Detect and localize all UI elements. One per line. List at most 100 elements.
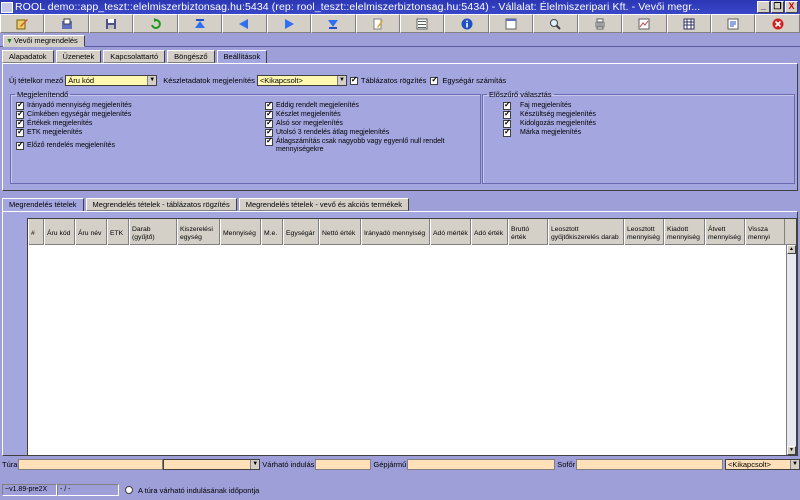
option-keszlet[interactable]: Készlet megjelenítés [265, 109, 341, 119]
save-icon [106, 18, 117, 29]
column-header[interactable]: Bruttó érték [508, 219, 548, 245]
vehicle-input[interactable] [407, 459, 556, 470]
last-record-button[interactable] [311, 14, 356, 33]
option-elozo-rendeles[interactable]: Előző rendelés megjelenítés [16, 140, 115, 150]
option-also-sor[interactable]: Alsó sor megjelenítés [265, 118, 343, 128]
tab-bongeszo[interactable]: Böngésző [167, 50, 215, 63]
new-item-field-select[interactable]: Áru kód ▼ [65, 75, 158, 86]
etk-checkbox[interactable] [16, 127, 24, 137]
restore-button[interactable]: ❐ [771, 1, 784, 13]
refresh-button[interactable] [133, 14, 178, 33]
column-header[interactable]: Kiadott mennyiség [664, 219, 705, 245]
first-record-button[interactable] [177, 14, 223, 33]
tabular-entry-checkbox[interactable] [349, 75, 358, 85]
driver-select-value: <Kikapcsolt> [728, 460, 771, 469]
elozo-rendeles-label: Előző rendelés megjelenítés [27, 142, 115, 149]
option-marka[interactable]: Márka megjelenítés [503, 127, 581, 137]
upper-tab-bar: Alapadatok Üzenetek Kapcsolattartó Böngé… [0, 50, 268, 64]
column-header[interactable]: ETK [107, 219, 129, 245]
tab-megrendeles-tetelek[interactable]: Megrendelés tételek [2, 198, 84, 212]
new-item-field-label: Új tételkor mező [9, 76, 64, 85]
option-ertekek[interactable]: Értékek megjelenítés [16, 118, 92, 128]
window-button[interactable] [488, 14, 534, 33]
scroll-down-icon[interactable]: ▼ [787, 446, 796, 455]
tab-vevo-akcios[interactable]: Megrendelés tételek - vevő és akciós ter… [238, 198, 410, 211]
document-tab[interactable]: ▼ Vevői megrendelés [3, 35, 85, 47]
column-header[interactable]: Vissza mennyi [745, 219, 785, 245]
option-cimkeben[interactable]: Címkében egységár megjelenítés [16, 109, 131, 119]
elozo-rendeles-checkbox[interactable] [16, 140, 24, 150]
save-button[interactable] [88, 14, 134, 33]
tab-kapcsolattarto[interactable]: Kapcsolattartó [103, 50, 166, 63]
stock-display-select[interactable]: <Kikapcsolt> ▼ [256, 75, 347, 86]
items-grid[interactable]: # Áru kód Áru név ETK Darab (gyűjtő) Kis… [27, 218, 797, 456]
tab-alapadatok[interactable]: Alapadatok [2, 50, 54, 63]
scroll-up-icon[interactable]: ▲ [787, 245, 796, 254]
column-header[interactable]: Mennyiség [220, 219, 261, 245]
print-button[interactable] [577, 14, 623, 33]
grid-vertical-scrollbar[interactable]: ▲ ▼ [786, 245, 796, 455]
close-window-button[interactable]: X [785, 1, 798, 13]
column-header[interactable]: # [28, 219, 44, 245]
option-eddig-rendelt[interactable]: Eddig rendelt megjelenítés [265, 100, 359, 110]
route-start-radio[interactable] [125, 486, 133, 494]
expected-start-label: Várható indulás [262, 460, 315, 469]
info-button[interactable] [444, 14, 489, 33]
chart-icon [638, 18, 650, 29]
tab-tablazatos-rogzites[interactable]: Megrendelés tételek - táblázatos rögzíté… [85, 198, 237, 211]
first-icon [194, 18, 205, 28]
option-utolso-3[interactable]: Utolsó 3 rendelés átlag megjelenítés [265, 127, 389, 137]
column-header[interactable]: Leosztott gyűjtőkiszerelés darab [548, 219, 624, 245]
option-faj[interactable]: Faj megjelenítés [503, 100, 571, 110]
iranyado-label: Irányadó mennyiség megjelenítés [27, 102, 132, 109]
open-icon [61, 18, 72, 29]
tab-uzenetek[interactable]: Üzenetek [55, 50, 102, 63]
option-etk[interactable]: ETK megjelenítés [16, 127, 82, 137]
vehicle-label: Gépjármű [373, 460, 407, 469]
display-options-legend: Megjelenítendő [17, 90, 69, 99]
grid-header: # Áru kód Áru név ETK Darab (gyűjtő) Kis… [28, 219, 796, 245]
document-tab-label: Vevői megrendelés [14, 36, 78, 45]
next-record-button[interactable] [266, 14, 312, 33]
unit-price-calc-checkbox[interactable] [430, 75, 439, 85]
minimize-button[interactable]: _ [757, 1, 770, 13]
table-button[interactable] [666, 14, 711, 33]
column-header[interactable]: Áru név [75, 219, 107, 245]
export-button[interactable] [711, 14, 756, 33]
column-header[interactable]: Kiszerelési egység [177, 219, 220, 245]
column-header[interactable]: M.e. [261, 219, 283, 245]
expected-start-input[interactable] [315, 459, 372, 470]
option-iranyado[interactable]: Irányadó mennyiség megjelenítés [16, 100, 132, 110]
search-button[interactable] [533, 14, 578, 33]
option-kidolgozas[interactable]: Kidolgozás megjelenítés [503, 118, 596, 128]
prev-icon [239, 18, 249, 29]
unit-price-calc-label: Egységár számítás [442, 76, 507, 85]
column-header[interactable]: Leosztott mennyiség [624, 219, 664, 245]
pencil-button[interactable] [355, 14, 400, 33]
prev-record-button[interactable] [222, 14, 267, 33]
route-select[interactable]: ▼ [163, 459, 261, 470]
marka-checkbox[interactable] [503, 127, 511, 137]
column-header[interactable]: Nettó érték [319, 219, 361, 245]
column-header[interactable]: Adó mérték [430, 219, 471, 245]
column-header[interactable]: Egységár [283, 219, 319, 245]
chart-button[interactable] [622, 14, 667, 33]
driver-input[interactable] [576, 459, 724, 470]
route-input[interactable] [18, 459, 164, 470]
open-button[interactable] [44, 14, 89, 33]
atlagszamitas-label: Átlagszámítás csak nagyobb vagy egyenlő … [276, 138, 445, 153]
atlagszamitas-checkbox[interactable] [265, 136, 273, 146]
driver-select[interactable]: <Kikapcsolt> ▼ [725, 459, 800, 470]
column-header[interactable]: Adó érték [471, 219, 508, 245]
title-bar: ROOL demo::app_teszt::elelmiszerbiztonsa… [0, 0, 800, 14]
option-atlagszamitas[interactable]: Átlagszámítás csak nagyobb vagy egyenlő … [265, 136, 445, 154]
column-header[interactable]: Darab (gyűjtő) [129, 219, 177, 245]
column-header[interactable]: Áru kód [44, 219, 75, 245]
list-button[interactable] [399, 14, 445, 33]
option-keszultseg[interactable]: Készültség megjelenítés [503, 109, 596, 119]
column-header[interactable]: Irányadó mennyiség [361, 219, 430, 245]
column-header[interactable]: Átvett mennyiség [705, 219, 745, 245]
tab-beallitasok[interactable]: Beállítások [216, 50, 268, 64]
cancel-button[interactable] [755, 14, 800, 33]
edit-button[interactable] [0, 14, 45, 33]
